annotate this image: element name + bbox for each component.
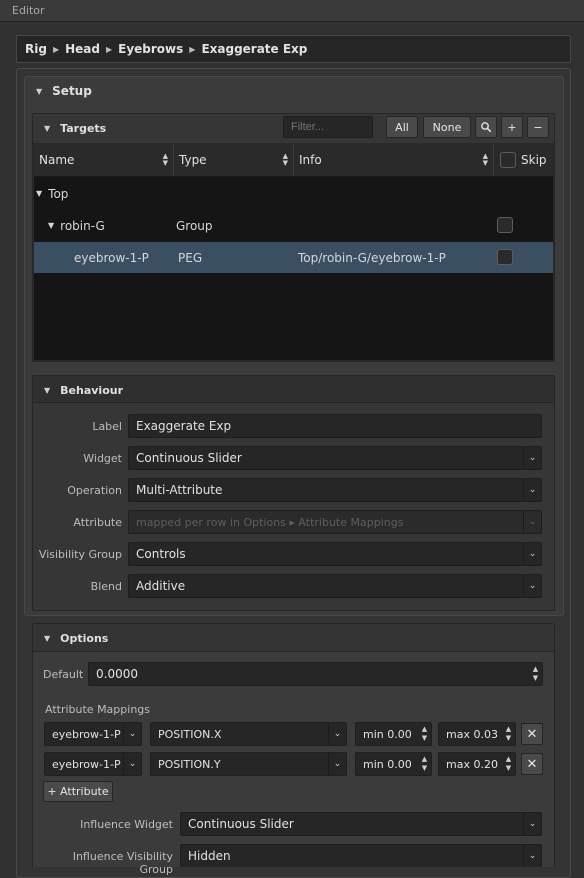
chevron-down-icon: ⌄ (523, 479, 541, 501)
column-header-skip[interactable]: Skip (494, 144, 553, 176)
targets-filter-input[interactable] (283, 116, 373, 138)
behaviour-title: Behaviour (60, 383, 124, 397)
select-none-button[interactable]: None (423, 116, 471, 138)
targets-header[interactable]: ▼ Targets (44, 121, 106, 135)
column-header-type[interactable]: Type ▲ ▼ (174, 144, 294, 176)
options-header[interactable]: ▼ Options (44, 631, 108, 645)
row-name: Top (48, 186, 69, 201)
operation-dropdown[interactable]: Multi-Attribute ⌄ (128, 478, 542, 502)
expand-triangle-icon[interactable]: ▼ (36, 189, 42, 198)
operation-field-label: Operation (67, 484, 122, 497)
remove-target-button[interactable]: − (527, 116, 549, 138)
influence-visibility-group-label: Influence Visibility Group (72, 850, 173, 876)
row-type: PEG (178, 250, 203, 265)
row-info: Top/robin-G/eyebrow-1-P (298, 250, 446, 265)
widget-dropdown[interactable]: Continuous Slider ⌄ (128, 446, 542, 470)
mapping-attribute-dropdown[interactable]: POSITION.X ⌄ (150, 722, 347, 746)
mapping-min-input[interactable]: min 0.00 ▲ ▼ (355, 722, 432, 746)
chevron-down-icon: ⌄ (523, 845, 541, 867)
window-title: Editor (0, 0, 584, 22)
row-name: robin-G (60, 218, 105, 233)
spinner-arrows-icon[interactable]: ▲ ▼ (502, 723, 515, 745)
skip-all-checkbox[interactable] (500, 152, 516, 168)
label-input[interactable]: Exaggerate Exp (128, 414, 542, 438)
influence-widget-dropdown[interactable]: Continuous Slider ⌄ (180, 812, 542, 836)
column-header-name[interactable]: Name ▲ ▼ (34, 144, 174, 176)
breadcrumb-separator-icon: ▶ (105, 44, 113, 54)
row-type: Group (176, 218, 213, 233)
add-attribute-button[interactable]: + Attribute (43, 781, 113, 802)
table-row-selected[interactable]: eyebrow-1-P PEG Top/robin-G/eyebrow-1-P (34, 242, 553, 273)
mapping-max-input[interactable]: max 0.03 ▲ ▼ (438, 722, 516, 746)
mapping-node-dropdown[interactable]: eyebrow-1-P ⌄ (44, 752, 142, 776)
spinner-arrows-icon[interactable]: ▲ ▼ (418, 723, 431, 745)
collapse-triangle-icon: ▼ (44, 123, 51, 133)
setup-title: Setup (52, 84, 92, 98)
chevron-down-icon: ⌄ (523, 543, 541, 565)
targets-title: Targets (60, 121, 107, 135)
chevron-down-icon: ⌄ (328, 753, 346, 775)
visibility-group-field-label: Visibility Group (38, 548, 122, 561)
mapping-min-input[interactable]: min 0.00 ▲ ▼ (355, 752, 432, 776)
collapse-triangle-icon: ▼ (44, 633, 51, 643)
column-header-info[interactable]: Info ▲ ▼ (294, 144, 494, 176)
chevron-down-icon: ⌄ (523, 511, 541, 533)
breadcrumb-item-exaggerate-exp[interactable]: Exaggerate Exp (201, 42, 307, 56)
targets-table-header: Name ▲ ▼ Type ▲ ▼ Info ▲ ▼ Skip (34, 144, 553, 177)
visibility-group-dropdown[interactable]: Controls ⌄ (128, 542, 542, 566)
spinner-arrows-icon[interactable]: ▲ ▼ (529, 663, 542, 685)
chevron-down-icon: ⌄ (523, 447, 541, 469)
remove-mapping-button[interactable]: ✕ (521, 753, 543, 775)
attribute-field-label: Attribute (73, 516, 122, 529)
remove-mapping-button[interactable]: ✕ (521, 723, 543, 745)
search-button[interactable] (475, 116, 497, 138)
sort-arrows-icon: ▲ ▼ (482, 152, 488, 167)
blend-field-label: Blend (90, 580, 122, 593)
breadcrumb-item-rig[interactable]: Rig (25, 42, 47, 56)
default-value-input[interactable]: 0.0000 ▲ ▼ (88, 662, 543, 686)
breadcrumb-separator-icon: ▶ (52, 44, 60, 54)
sort-arrows-icon: ▲ ▼ (282, 152, 288, 167)
chevron-down-icon: ⌄ (523, 575, 541, 597)
label-field-label: Label (92, 420, 122, 433)
add-target-button[interactable]: + (501, 116, 523, 138)
behaviour-header[interactable]: ▼ Behaviour (44, 383, 123, 397)
breadcrumb: Rig ▶ Head ▶ Eyebrows ▶ Exaggerate Exp (16, 35, 571, 63)
breadcrumb-separator-icon: ▶ (189, 44, 196, 54)
row-name: eyebrow-1-P (74, 250, 149, 265)
close-icon: ✕ (526, 756, 538, 772)
spinner-arrows-icon[interactable]: ▲ ▼ (418, 753, 431, 775)
collapse-triangle-icon: ▼ (36, 86, 43, 96)
mapping-node-dropdown[interactable]: eyebrow-1-P ⌄ (44, 722, 142, 746)
widget-field-label: Widget (83, 452, 122, 465)
search-icon (481, 122, 492, 133)
chevron-down-icon: ⌄ (123, 723, 141, 745)
breadcrumb-item-head[interactable]: Head (65, 42, 100, 56)
attribute-dropdown-disabled: mapped per row in Options ▸ Attribute Ma… (128, 510, 542, 534)
collapse-triangle-icon: ▼ (44, 385, 51, 395)
influence-widget-label: Influence Widget (80, 818, 173, 831)
table-row[interactable]: ▼ robin-G Group (34, 210, 553, 241)
mapping-max-input[interactable]: max 0.20 ▲ ▼ (438, 752, 516, 776)
close-icon: ✕ (526, 726, 538, 742)
select-all-button[interactable]: All (386, 116, 418, 138)
chevron-down-icon: ⌄ (123, 753, 141, 775)
chevron-down-icon: ⌄ (328, 723, 346, 745)
skip-checkbox[interactable] (497, 249, 513, 265)
options-title: Options (60, 631, 109, 645)
spinner-arrows-icon[interactable]: ▲ ▼ (502, 753, 515, 775)
default-field-label: Default (43, 668, 84, 681)
skip-checkbox[interactable] (497, 217, 513, 233)
mapping-attribute-dropdown[interactable]: POSITION.Y ⌄ (150, 752, 347, 776)
sort-arrows-icon: ▲ ▼ (162, 152, 168, 167)
setup-header[interactable]: ▼ Setup (36, 84, 92, 98)
blend-dropdown[interactable]: Additive ⌄ (128, 574, 542, 598)
table-row[interactable]: ▼ Top (34, 178, 553, 209)
influence-visibility-group-dropdown[interactable]: Hidden ⌄ (180, 844, 542, 867)
expand-triangle-icon[interactable]: ▼ (48, 221, 54, 230)
attribute-mappings-label: Attribute Mappings (45, 703, 151, 716)
chevron-down-icon: ⌄ (523, 813, 541, 835)
breadcrumb-item-eyebrows[interactable]: Eyebrows (118, 42, 183, 56)
